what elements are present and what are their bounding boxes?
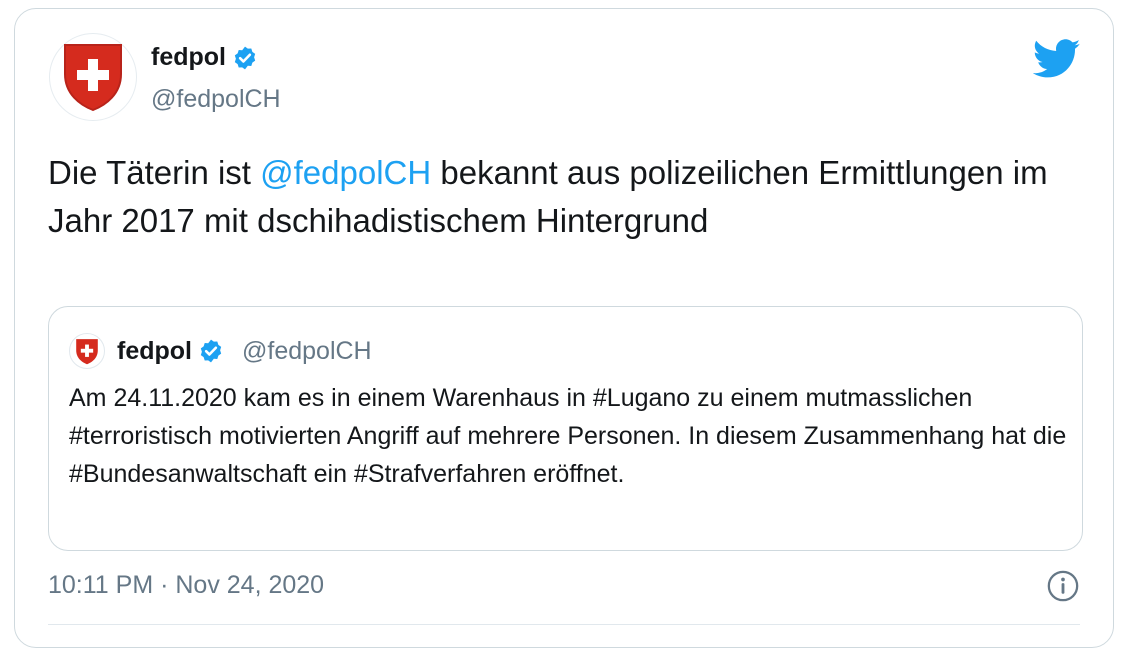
twitter-bird-icon[interactable]: [1032, 39, 1081, 84]
tweet-text: Die Täterin ist @fedpolCH bekannt aus po…: [48, 149, 1048, 245]
author-handle[interactable]: @fedpolCH: [151, 85, 281, 114]
avatar[interactable]: [49, 33, 137, 121]
tweet-card: fedpol @fedpolCH Die Täterin ist @fedpol…: [14, 8, 1114, 648]
author-name[interactable]: fedpol: [151, 43, 226, 72]
timestamp[interactable]: 10:11 PM · Nov 24, 2020: [48, 571, 324, 600]
author-row: fedpol: [151, 43, 258, 72]
swiss-shield-icon: [76, 338, 98, 364]
divider: [48, 624, 1080, 625]
quoted-tweet[interactable]: fedpol @fedpolCH Am 24.11.2020 kam es in…: [48, 306, 1083, 551]
tweet-text-before: Die Täterin ist: [48, 154, 261, 191]
verified-badge-icon: [198, 338, 224, 364]
quoted-text: Am 24.11.2020 kam es in einem Warenhaus …: [69, 384, 1067, 488]
quoted-avatar[interactable]: [69, 333, 105, 369]
verified-badge-icon: [232, 45, 258, 71]
quoted-author-name: fedpol: [117, 336, 192, 365]
quoted-header: fedpol @fedpolCH: [117, 333, 372, 369]
mention-link[interactable]: @fedpolCH: [260, 154, 431, 191]
info-icon[interactable]: [1046, 569, 1080, 608]
swiss-shield-icon: [64, 44, 122, 112]
quoted-author-handle: @fedpolCH: [242, 336, 372, 365]
